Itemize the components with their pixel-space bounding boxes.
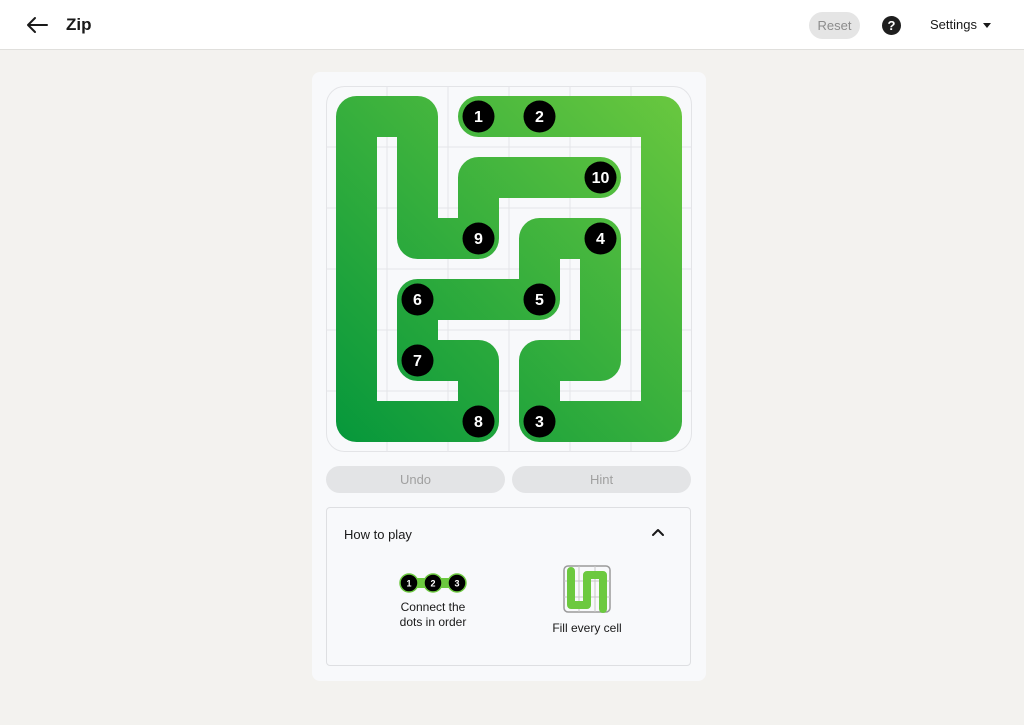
- tip-fill-text: Fill every cell: [552, 621, 622, 635]
- how-to-play-panel: How to play 1 2 3 Connect the dots in orde…: [326, 507, 691, 666]
- undo-button[interactable]: Undo: [326, 466, 505, 493]
- game-board[interactable]: 1 2 10 9 4 6 5 7 8 3: [326, 86, 692, 452]
- fill-grid-icon: [563, 565, 611, 613]
- how-to-play-title: How to play: [344, 527, 412, 542]
- dot-10[interactable]: 10: [584, 161, 617, 194]
- dot-label: 4: [596, 231, 605, 248]
- dot-label: 6: [413, 292, 422, 309]
- dot-label: 8: [474, 414, 483, 431]
- dot-3[interactable]: 3: [523, 405, 556, 438]
- settings-label: Settings: [930, 17, 977, 32]
- reset-button[interactable]: Reset: [809, 12, 860, 39]
- app-title: Zip: [66, 15, 92, 34]
- help-icon[interactable]: ?: [882, 16, 901, 35]
- dot-9[interactable]: 9: [462, 222, 495, 255]
- dot-label: 10: [592, 170, 610, 187]
- dot-4[interactable]: 4: [584, 222, 617, 255]
- tip-connect-dots: 1 2 3 Connect the dots in order: [379, 568, 487, 630]
- tip-dot-label: 1: [406, 579, 411, 589]
- dot-1[interactable]: 1: [462, 100, 495, 133]
- dot-label: 3: [535, 414, 544, 431]
- dot-label: 5: [535, 292, 544, 309]
- dot-2[interactable]: 2: [523, 100, 556, 133]
- dot-label: 9: [474, 231, 483, 248]
- back-arrow-icon[interactable]: [24, 12, 52, 38]
- settings-dropdown[interactable]: Settings: [930, 17, 991, 32]
- top-bar: Zip Reset ? Settings: [0, 0, 1024, 50]
- connected-dots-icon: 1 2 3: [399, 573, 467, 593]
- dot-6[interactable]: 6: [401, 283, 434, 316]
- dot-label: 7: [413, 353, 422, 370]
- tip-dot-label: 2: [430, 579, 435, 589]
- chevron-up-icon[interactable]: [650, 526, 666, 538]
- tip-connect-text: Connect the dots in order: [399, 600, 467, 629]
- dot-7[interactable]: 7: [401, 344, 434, 377]
- tip-fill-cells: Fill every cell: [527, 565, 647, 636]
- dot-8[interactable]: 8: [462, 405, 495, 438]
- caret-down-icon: [982, 22, 991, 28]
- hint-button[interactable]: Hint: [512, 466, 691, 493]
- dot-label: 1: [474, 109, 483, 126]
- dot-label: 2: [535, 109, 544, 126]
- tip-dot-label: 3: [454, 579, 459, 589]
- board-svg: 1 2 10 9 4 6 5 7 8 3: [326, 86, 692, 452]
- dot-5[interactable]: 5: [523, 283, 556, 316]
